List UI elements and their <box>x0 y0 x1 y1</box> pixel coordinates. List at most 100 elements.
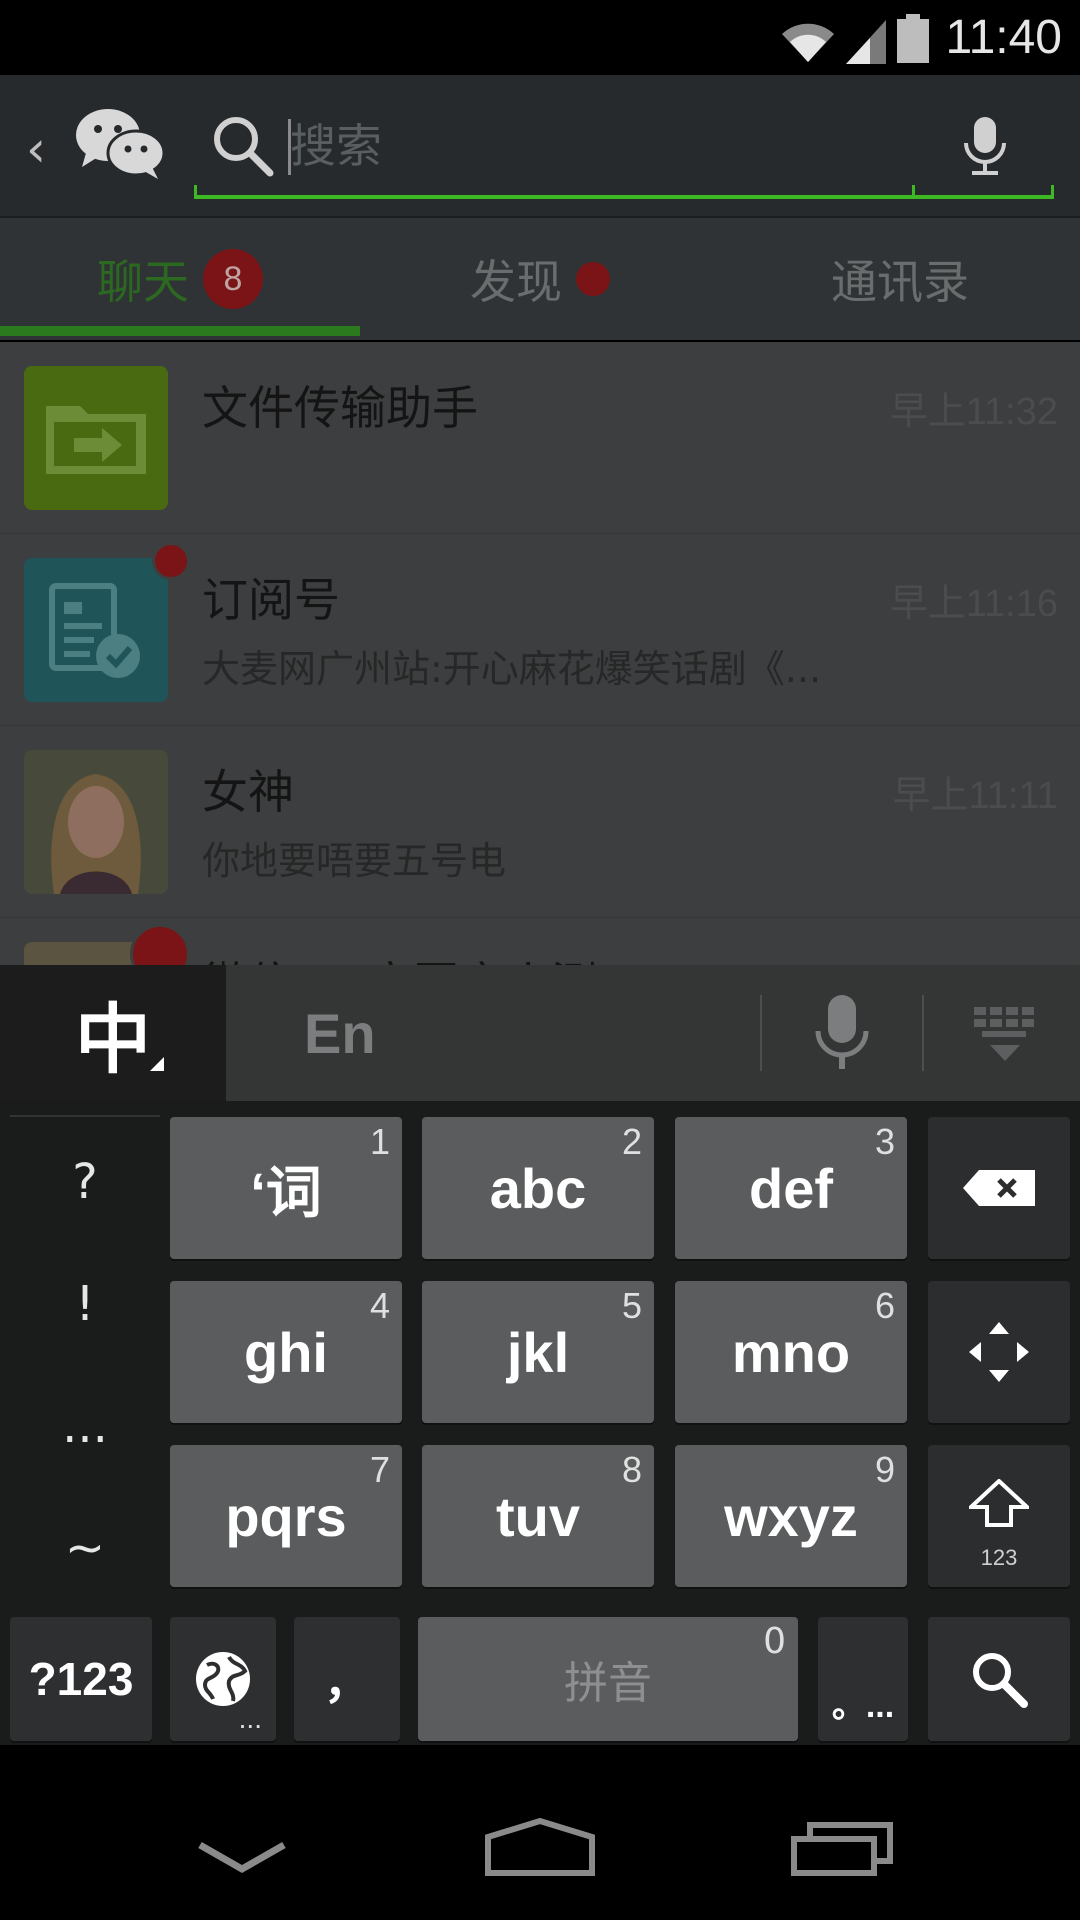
period-key[interactable]: 。... <box>818 1617 908 1741</box>
space-bar[interactable]: 拼音 0 <box>418 1617 798 1741</box>
symbol-key[interactable]: ~ <box>10 1487 160 1609</box>
folder-transfer-icon <box>24 366 168 510</box>
keypad: ? ! ... ~ ‘词 1 abc 2 def 3 ghi 4 jkl 5 m… <box>0 1101 1080 1745</box>
key-6[interactable]: mno 6 <box>675 1281 907 1423</box>
key-4[interactable]: ghi 4 <box>170 1281 402 1423</box>
move-cursor-icon <box>969 1322 1029 1382</box>
key-number: 8 <box>621 1449 642 1490</box>
toolbar-divider <box>922 995 924 1071</box>
new-dot-badge <box>576 262 610 296</box>
chat-time: 早上11:32 <box>889 391 1058 433</box>
chat-time: 早上11:11 <box>892 775 1058 817</box>
status-bar: 11:40 <box>0 0 1080 75</box>
globe-sublabel: ... <box>238 1703 262 1734</box>
key-number: 4 <box>369 1285 390 1326</box>
key-number: 1 <box>369 1121 390 1162</box>
status-icons <box>780 14 930 64</box>
divider <box>10 1115 160 1117</box>
key-1[interactable]: ‘词 1 <box>170 1117 402 1259</box>
battery-icon <box>897 14 929 63</box>
cursor-move-button[interactable] <box>928 1281 1070 1423</box>
key-number: 3 <box>874 1121 895 1162</box>
microphone-icon[interactable] <box>960 115 1010 177</box>
key-label: def <box>749 1156 833 1220</box>
hide-keyboard-nav-icon[interactable] <box>196 1841 288 1877</box>
space-label: 拼音 <box>564 1658 652 1709</box>
key-label: wxyz <box>724 1484 858 1548</box>
key-label: jkl <box>506 1320 570 1384</box>
key-8[interactable]: tuv 8 <box>422 1445 654 1587</box>
english-mode-button[interactable]: En <box>304 1001 376 1066</box>
chat-name: 文件传输助手 <box>202 381 478 435</box>
comma-key[interactable]: ， <box>294 1617 400 1741</box>
globe-icon <box>196 1652 250 1706</box>
key-number: 9 <box>874 1449 895 1490</box>
ime-toolbar: 中 En <box>0 965 1080 1101</box>
key-label: ‘词 <box>250 1160 322 1224</box>
key-7[interactable]: pqrs 7 <box>170 1445 402 1587</box>
system-nav-bar <box>0 1745 1080 1920</box>
symbol-key[interactable]: ! <box>10 1243 160 1365</box>
chinese-mode-button[interactable]: 中 <box>0 965 226 1101</box>
list-item[interactable]: 微信5.0官图齐火测 <box>0 918 1080 972</box>
shift-sublabel: 123 <box>980 1545 1018 1570</box>
list-item[interactable]: 文件传输助手 早上11:32 <box>0 342 1080 534</box>
chat-list: 文件传输助手 早上11:32 订阅号 早上11:16 大麦网广州站:开心麻花爆笑… <box>0 342 1080 972</box>
user-photo <box>24 750 168 894</box>
key-label: tuv <box>496 1484 580 1548</box>
wechat-logo-icon <box>74 105 166 185</box>
tab-chats[interactable]: 聊天 8 <box>0 218 360 340</box>
tab-contacts[interactable]: 通讯录 <box>720 218 1080 340</box>
search-icon <box>973 1653 1028 1708</box>
symbol-key[interactable]: ... <box>10 1365 160 1487</box>
symbol-column: ? ! ... ~ <box>10 1115 160 1609</box>
search-key[interactable] <box>928 1617 1070 1741</box>
chat-name: 订阅号 <box>202 573 340 627</box>
voice-input-icon[interactable] <box>810 993 874 1073</box>
key-5[interactable]: jkl 5 <box>422 1281 654 1423</box>
search-bar <box>194 93 1054 199</box>
key-number: 7 <box>369 1449 390 1490</box>
key-number: 2 <box>621 1121 642 1162</box>
unread-count-badge: 8 <box>203 249 263 309</box>
key-label: ghi <box>244 1320 328 1384</box>
shift-button[interactable]: 123 <box>928 1445 1070 1587</box>
shift-icon <box>969 1479 1029 1527</box>
backspace-icon <box>963 1170 1035 1206</box>
clock: 11:40 <box>945 11 1062 64</box>
toolbar-divider <box>760 995 762 1071</box>
search-divider <box>912 185 915 199</box>
key-2[interactable]: abc 2 <box>422 1117 654 1259</box>
tab-label: 通讯录 <box>831 255 969 309</box>
key-9[interactable]: wxyz 9 <box>675 1445 907 1587</box>
search-icon <box>214 117 274 177</box>
recent-apps-icon[interactable] <box>790 1821 894 1877</box>
subscription-icon <box>24 558 168 702</box>
list-item[interactable]: 订阅号 早上11:16 大麦网广州站:开心麻花爆笑话剧《... <box>0 534 1080 726</box>
symbol-key[interactable]: ? <box>10 1121 160 1243</box>
chat-time: 早上11:16 <box>889 583 1058 625</box>
key-number: 5 <box>621 1285 642 1326</box>
hide-keyboard-icon[interactable] <box>972 1005 1038 1063</box>
key-3[interactable]: def 3 <box>675 1117 907 1259</box>
wifi-icon <box>782 23 834 62</box>
backspace-button[interactable] <box>928 1117 1070 1259</box>
key-number: 6 <box>874 1285 895 1326</box>
chat-preview: 大麦网广州站:开心麻花爆笑话剧《... <box>202 647 822 691</box>
search-input[interactable] <box>290 111 850 181</box>
input-method-keyboard: 中 En ? ! ... ~ ‘词 1 abc 2 def 3 ghi 4 jk… <box>0 965 1080 1745</box>
list-item[interactable]: 女神 早上11:11 你地要唔要五号电 <box>0 726 1080 918</box>
symbols-123-button[interactable]: ?123 <box>10 1617 152 1741</box>
mode-label: 中 <box>75 995 151 1084</box>
language-switch-button[interactable]: ... <box>170 1617 276 1741</box>
chat-name: 女神 <box>202 765 294 819</box>
tab-discover[interactable]: 发现 <box>360 218 720 340</box>
home-icon[interactable] <box>484 1817 596 1877</box>
unread-dot-badge <box>152 542 190 580</box>
signal-icon <box>846 20 886 64</box>
app-bar: ‹ <box>0 75 1080 218</box>
back-button[interactable]: ‹ <box>26 120 46 178</box>
key-label: mno <box>731 1320 851 1384</box>
key-number: 0 <box>763 1621 786 1662</box>
key-label: abc <box>489 1156 587 1220</box>
